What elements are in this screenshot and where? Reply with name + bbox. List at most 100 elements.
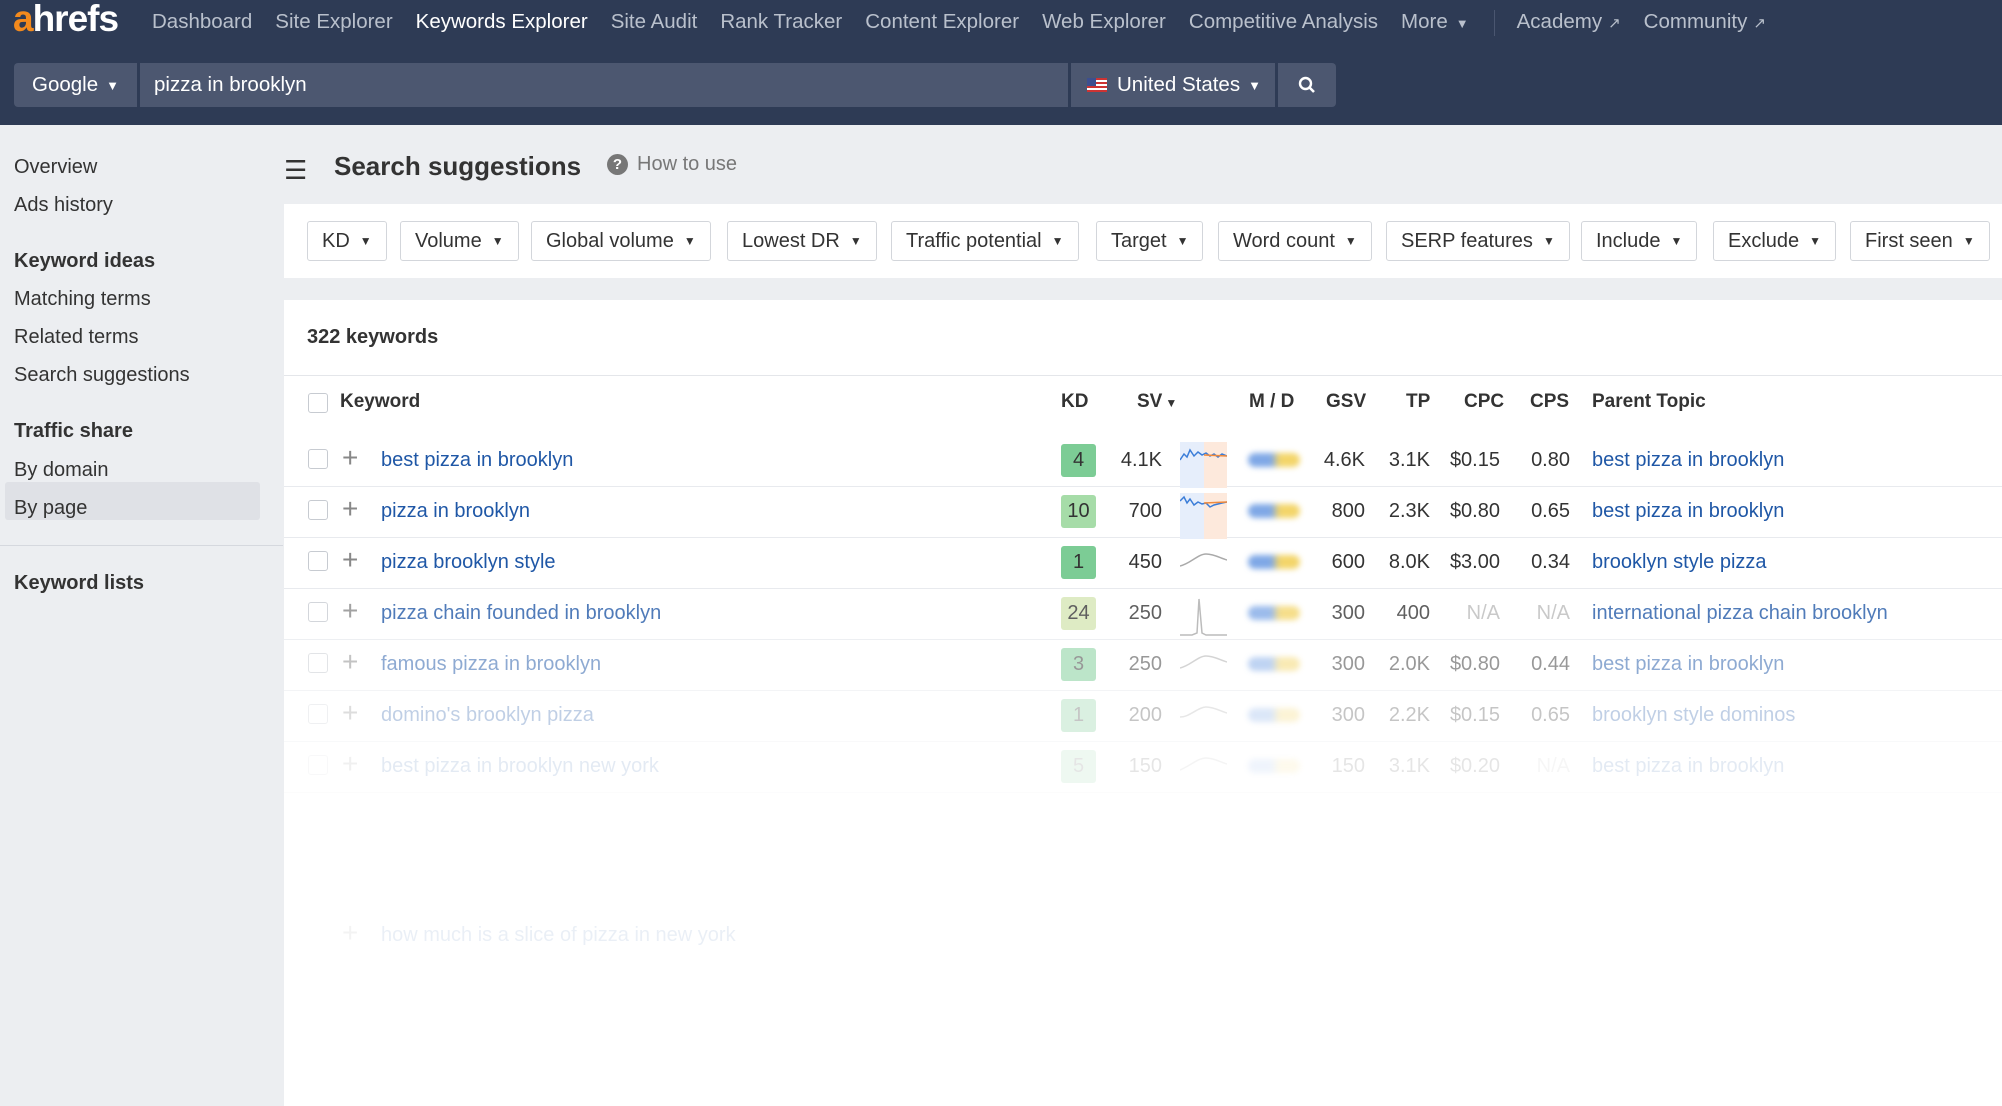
menu-toggle-icon[interactable]: ☰ bbox=[284, 155, 307, 186]
nav-content-explorer[interactable]: Content Explorer bbox=[865, 10, 1019, 36]
filter-volume[interactable]: Volume ▼ bbox=[400, 221, 519, 261]
sidebar-item-by-page[interactable]: By page bbox=[14, 497, 87, 520]
keyword-link[interactable]: best pizza in brooklyn new york bbox=[381, 755, 659, 778]
nav-keywords-explorer[interactable]: Keywords Explorer bbox=[416, 10, 588, 36]
caret-down-icon: ▼ bbox=[1248, 77, 1261, 93]
row-checkbox[interactable] bbox=[308, 704, 328, 724]
filter-target[interactable]: Target ▼ bbox=[1096, 221, 1204, 261]
row-checkbox[interactable] bbox=[308, 755, 328, 775]
volume-trend-sparkline[interactable] bbox=[1180, 748, 1227, 794]
nav-rank-tracker[interactable]: Rank Tracker bbox=[720, 10, 842, 36]
parent-topic-link[interactable]: brooklyn style dominos bbox=[1592, 704, 1795, 727]
add-to-list-icon[interactable]: + bbox=[342, 595, 358, 627]
volume-trend-sparkline[interactable] bbox=[1180, 544, 1227, 590]
header-cpc[interactable]: CPC bbox=[1464, 391, 1504, 413]
nav-web-explorer[interactable]: Web Explorer bbox=[1042, 10, 1166, 36]
filter-word-count[interactable]: Word count ▼ bbox=[1218, 221, 1372, 261]
nav-competitive-analysis[interactable]: Competitive Analysis bbox=[1189, 10, 1378, 36]
nav-academy[interactable]: Academy ↗ bbox=[1517, 10, 1621, 36]
filter-serp-features[interactable]: SERP features ▼ bbox=[1386, 221, 1570, 261]
header-gsv[interactable]: GSV bbox=[1326, 391, 1366, 413]
select-all-checkbox[interactable] bbox=[308, 393, 328, 413]
keyword-link[interactable]: domino's brooklyn pizza bbox=[381, 704, 594, 727]
table-row: + best pizza in brooklyn 4 4.1K 4.6K 3.1… bbox=[284, 436, 2002, 488]
cps-value: 0.44 bbox=[1531, 653, 1570, 675]
row-checkbox[interactable] bbox=[308, 500, 328, 520]
table-row: + how much is a slice of pizza in new yo… bbox=[284, 911, 2002, 962]
cpc-value: $0.15 bbox=[1449, 704, 1500, 726]
nav-site-explorer[interactable]: Site Explorer bbox=[275, 10, 392, 36]
sv-value: 150 bbox=[1128, 755, 1162, 777]
add-to-list-icon[interactable]: + bbox=[342, 442, 358, 474]
volume-trend-sparkline[interactable] bbox=[1180, 646, 1227, 692]
header-md[interactable]: M / D bbox=[1249, 391, 1294, 413]
add-to-list-icon[interactable]: + bbox=[342, 646, 358, 678]
filter-lowest-dr[interactable]: Lowest DR ▼ bbox=[727, 221, 877, 261]
keyword-link[interactable]: pizza in brooklyn bbox=[381, 500, 530, 523]
sidebar-item-overview[interactable]: Overview bbox=[14, 156, 97, 179]
keyword-link[interactable]: famous pizza in brooklyn bbox=[381, 653, 601, 676]
volume-trend-sparkline[interactable] bbox=[1180, 697, 1227, 743]
keyword-link[interactable]: best pizza in brooklyn bbox=[381, 449, 573, 472]
filter-first-seen[interactable]: First seen ▼ bbox=[1850, 221, 1990, 261]
caret-down-icon: ▼ bbox=[683, 234, 696, 248]
sidebar-item-by-domain[interactable]: By domain bbox=[14, 459, 109, 482]
header-tp[interactable]: TP bbox=[1406, 391, 1430, 413]
filter-include[interactable]: Include ▼ bbox=[1581, 221, 1698, 261]
nav-dashboard[interactable]: Dashboard bbox=[152, 10, 252, 36]
mobile-desktop-bar bbox=[1248, 555, 1300, 569]
mobile-desktop-bar bbox=[1248, 453, 1300, 467]
search-button[interactable] bbox=[1278, 63, 1336, 107]
parent-topic-link[interactable]: brooklyn style pizza bbox=[1592, 551, 1767, 574]
header-sv[interactable]: SV ▼ bbox=[1137, 391, 1177, 413]
row-checkbox[interactable] bbox=[308, 602, 328, 622]
keyword-link[interactable]: pizza brooklyn style bbox=[381, 551, 556, 574]
add-to-list-icon[interactable]: + bbox=[342, 748, 358, 780]
keyword-search-input[interactable]: pizza in brooklyn bbox=[140, 63, 1068, 107]
header-kd[interactable]: KD bbox=[1061, 391, 1088, 413]
volume-trend-sparkline[interactable] bbox=[1180, 442, 1227, 488]
parent-topic-link[interactable]: best pizza in brooklyn bbox=[1592, 653, 1784, 676]
sidebar-item-ads-history[interactable]: Ads history bbox=[14, 194, 113, 217]
keyword-link[interactable]: how much is a slice of pizza in new york bbox=[381, 924, 736, 947]
gsv-value: 300 bbox=[1331, 704, 1365, 726]
volume-trend-sparkline[interactable] bbox=[1180, 595, 1227, 641]
header-cps[interactable]: CPS bbox=[1530, 391, 1569, 413]
filter-traffic-potential[interactable]: Traffic potential ▼ bbox=[891, 221, 1079, 261]
search-engine-dropdown[interactable]: Google ▼ bbox=[14, 63, 137, 107]
parent-topic-link[interactable]: best pizza in brooklyn bbox=[1592, 449, 1784, 472]
filter-global-volume[interactable]: Global volume ▼ bbox=[531, 221, 711, 261]
volume-trend-sparkline[interactable] bbox=[1180, 493, 1227, 539]
kd-badge: 4 bbox=[1061, 444, 1096, 477]
how-to-use-link[interactable]: ? How to use bbox=[607, 153, 737, 176]
caret-down-icon: ▼ bbox=[1051, 234, 1064, 248]
row-checkbox[interactable] bbox=[308, 449, 328, 469]
add-to-list-icon[interactable]: + bbox=[342, 493, 358, 525]
sidebar-item-related-terms[interactable]: Related terms bbox=[14, 326, 139, 349]
row-checkbox[interactable] bbox=[308, 551, 328, 571]
nav-community[interactable]: Community ↗ bbox=[1644, 10, 1766, 36]
search-icon bbox=[1298, 76, 1315, 93]
filter-exclude[interactable]: Exclude ▼ bbox=[1713, 221, 1837, 261]
tp-value: 2.0K bbox=[1388, 653, 1430, 675]
kd-badge: 10 bbox=[1061, 495, 1096, 528]
parent-topic-link[interactable]: best pizza in brooklyn bbox=[1592, 755, 1784, 778]
nav-site-audit[interactable]: Site Audit bbox=[611, 10, 698, 36]
sidebar-item-matching-terms[interactable]: Matching terms bbox=[14, 288, 151, 311]
add-to-list-icon[interactable]: + bbox=[342, 697, 358, 729]
nav-more[interactable]: More ▼ bbox=[1401, 10, 1469, 36]
ahrefs-logo[interactable]: ahrefs bbox=[13, 0, 119, 40]
header-keyword[interactable]: Keyword bbox=[340, 391, 420, 413]
add-to-list-icon[interactable]: + bbox=[342, 917, 358, 949]
parent-topic-link[interactable]: international pizza chain brooklyn bbox=[1592, 602, 1888, 625]
country-dropdown[interactable]: United States ▼ bbox=[1071, 63, 1275, 107]
sidebar-item-keyword-lists[interactable]: Keyword lists bbox=[14, 572, 144, 595]
parent-topic-link[interactable]: best pizza in brooklyn bbox=[1592, 500, 1784, 523]
keyword-link[interactable]: pizza chain founded in brooklyn bbox=[381, 602, 661, 625]
sidebar-item-search-suggestions[interactable]: Search suggestions bbox=[14, 364, 190, 387]
add-to-list-icon[interactable]: + bbox=[342, 544, 358, 576]
header-parent-topic[interactable]: Parent Topic bbox=[1592, 391, 1706, 413]
divider bbox=[284, 375, 2002, 376]
row-checkbox[interactable] bbox=[308, 653, 328, 673]
filter-kd[interactable]: KD ▼ bbox=[307, 221, 387, 261]
